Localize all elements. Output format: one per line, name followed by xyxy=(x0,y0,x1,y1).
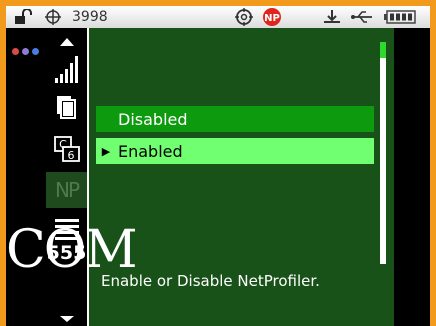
battery-icon xyxy=(384,6,416,28)
cable-label-bottom: 6 xyxy=(67,149,74,162)
netprofiler-tab-label: NP xyxy=(54,178,80,202)
netprofiler-icon: NP xyxy=(262,6,282,28)
app-dots[interactable] xyxy=(12,48,39,55)
scrollbar-track[interactable] xyxy=(380,42,386,264)
option-enabled[interactable]: ▶ Enabled xyxy=(96,138,374,164)
unlock-icon xyxy=(14,6,32,28)
scrollbar-thumb[interactable] xyxy=(380,42,386,264)
right-edge xyxy=(394,28,430,326)
option-enabled-label: Enabled xyxy=(118,141,183,161)
scroll-up-arrow-icon[interactable] xyxy=(46,34,87,50)
scroll-down-arrow-icon[interactable] xyxy=(46,314,87,324)
copy-icon[interactable] xyxy=(46,90,87,124)
selection-caret-icon: ▶ xyxy=(101,144,111,158)
device-screen: 3998 NP C 6 NP 555 Disabled ▶ Enabled En… xyxy=(6,6,430,326)
app-dot xyxy=(12,48,19,55)
watermark-text: COM xyxy=(6,220,138,280)
crosshair-icon xyxy=(44,6,62,28)
cable-label-top: C xyxy=(59,138,67,151)
tool-strip: C 6 NP 555 xyxy=(46,28,87,326)
option-disabled[interactable]: Disabled xyxy=(96,106,374,132)
scrollbar-top-indicator xyxy=(380,42,386,58)
target-icon xyxy=(234,6,254,28)
status-counter: 3998 xyxy=(72,9,108,25)
netprofiler-tab[interactable]: NP xyxy=(46,172,87,208)
device-frame: 3998 NP C 6 NP 555 Disabled ▶ Enabled En… xyxy=(0,0,436,326)
sidebar xyxy=(6,28,46,326)
svg-text:NP: NP xyxy=(264,13,280,24)
app-dot xyxy=(22,48,29,55)
download-icon xyxy=(322,6,342,28)
usb-icon xyxy=(350,6,374,28)
signal-bars-icon[interactable] xyxy=(46,50,87,88)
status-bar: 3998 NP xyxy=(6,6,430,28)
app-dot xyxy=(32,48,39,55)
cable-icon[interactable]: C 6 xyxy=(46,132,87,166)
main-pane: Disabled ▶ Enabled Enable or Disable Net… xyxy=(87,28,394,326)
option-disabled-label: Disabled xyxy=(118,109,188,129)
